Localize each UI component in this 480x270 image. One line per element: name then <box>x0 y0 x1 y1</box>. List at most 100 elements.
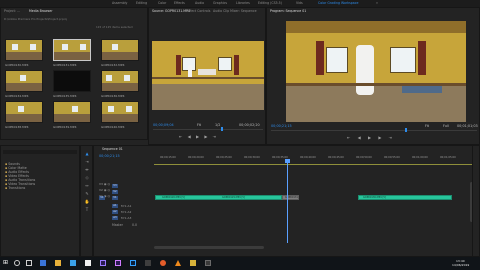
clip-label: GOPR0140.MP4 <box>101 125 125 129</box>
audio-track-headers: M S A1 M S A2 M S A3 <box>121 204 131 222</box>
program-timecode-in[interactable]: 00;00;21;15 <box>271 124 292 128</box>
task-view-icon[interactable] <box>26 260 32 266</box>
program-monitor-panel: Program: Sequence 01 00;00;21;15 Fit Ful… <box>266 7 480 145</box>
program-zoom-select[interactable]: Full <box>443 124 449 128</box>
clip-thumbnail[interactable] <box>5 39 43 61</box>
mail-icon[interactable] <box>85 260 91 266</box>
source-scrub-bar[interactable] <box>153 129 263 130</box>
premiere-pro-icon[interactable] <box>100 260 106 266</box>
workspace-libraries[interactable]: Libraries <box>236 1 250 5</box>
v3-target-toggle[interactable]: V3 <box>112 184 118 188</box>
folder-icon[interactable] <box>190 260 196 266</box>
type-tool-icon[interactable]: T <box>84 207 90 213</box>
clip-label: GOPR0130.MP4 <box>5 63 29 67</box>
timeline-clip[interactable]: GOPR0126.MP4 [V] GOPR0129.MP4 [V] <box>155 195 282 200</box>
workspace-audio[interactable]: Audio <box>195 1 204 5</box>
audio-meter-panel <box>472 145 480 257</box>
source-fit-select[interactable]: Fit <box>197 123 201 127</box>
workspace-graphics[interactable]: Graphics <box>213 1 227 5</box>
clip-thumbnail[interactable] <box>101 39 139 61</box>
tab-program[interactable]: Program: Sequence 01 <box>270 9 306 13</box>
source-transport-controls[interactable]: ⇤ ◀ ▶ ▶ ⇥ <box>179 134 239 140</box>
source-zoom-select[interactable]: 1/2 <box>215 123 220 127</box>
windows-start-icon[interactable]: ⊞ <box>3 260 9 266</box>
clip-label: GOPR0134.MP4 <box>5 94 29 98</box>
source-timecode-in[interactable]: 00;00;09;04 <box>153 123 174 127</box>
selection-tool-icon[interactable]: ▲ <box>84 151 90 157</box>
tab-effect-controls[interactable]: Effect Controls <box>187 9 210 13</box>
hand-tool-icon[interactable]: ✋ <box>84 199 90 205</box>
tab-audio-clip-mixer[interactable]: Audio Clip Mixer: Sequence <box>213 9 257 13</box>
workspace-vids[interactable]: Vids <box>296 1 303 5</box>
pen-tool-icon[interactable]: ✎ <box>84 191 90 197</box>
clip-thumbnail[interactable] <box>5 70 43 92</box>
edge-icon[interactable] <box>40 260 46 266</box>
workspace-color[interactable]: Color <box>158 1 166 5</box>
after-effects-icon[interactable] <box>115 260 121 266</box>
timeline-clip[interactable]: GOPR0136.MP4 [V] <box>358 195 452 200</box>
program-scrub-bar[interactable] <box>271 130 477 131</box>
clip-label: GOPR0131.MP4 <box>53 63 77 67</box>
tab-sequence[interactable]: Sequence 01 <box>102 147 123 151</box>
firefox-icon[interactable] <box>160 260 166 266</box>
razor-tool-icon[interactable]: ◇ <box>84 175 90 181</box>
clip-thumbnail[interactable] <box>5 101 43 123</box>
program-timecode-out: 00;01;01;03 <box>457 124 478 128</box>
workspace-effects[interactable]: Effects <box>174 1 185 5</box>
source-playhead[interactable] <box>221 127 223 131</box>
clip-label: GOPR0135.MP4 <box>53 94 77 98</box>
workspace-editing-cs55[interactable]: Editing (CS5.5) <box>258 1 282 5</box>
tab-source[interactable]: Source: GOPR0131.MP4 <box>152 9 190 13</box>
workspace-more-icon[interactable]: » <box>376 1 378 5</box>
vlc-icon[interactable] <box>175 260 181 266</box>
source-video-frame <box>152 41 264 110</box>
effects-bin-panel: ▪ Sounds ▪ Color Matte ▪ Audio Effects ▪… <box>0 145 80 257</box>
master-track-value[interactable]: 0.0 <box>132 223 137 227</box>
a2-target-toggle[interactable]: A2 <box>112 210 118 214</box>
source-timecode-out: 00;00;02;20 <box>239 123 260 127</box>
master-track-label: Master <box>112 223 123 227</box>
v1-source-patch[interactable]: V1 <box>99 196 105 200</box>
clip-thumbnail[interactable] <box>101 70 139 92</box>
program-fit-select[interactable]: Fit <box>425 124 429 128</box>
track-a3[interactable]: M S A3 <box>121 216 131 222</box>
a1-target-toggle[interactable]: A1 <box>112 204 118 208</box>
workspace-assembly[interactable]: Assembly <box>112 1 127 5</box>
program-video-frame <box>286 21 466 122</box>
banner-icon <box>198 69 216 75</box>
timeline-horizontal-scrollbar[interactable] <box>154 246 264 249</box>
app-icon[interactable] <box>145 260 151 266</box>
effects-search-input[interactable] <box>3 150 77 154</box>
a3-target-toggle[interactable]: A3 <box>112 216 118 220</box>
file-explorer-icon[interactable] <box>55 260 61 266</box>
timeline-playhead[interactable] <box>287 159 288 243</box>
taskbar: ⊞ 13:40 14/06/2019 <box>0 257 480 270</box>
tools-panel: ▲ ⇥ ⇹ ◇ ↔ ✎ ✋ T <box>80 145 93 257</box>
workspace-color-grading[interactable]: Color Grading Workspace <box>318 1 358 5</box>
playhead-handle-icon[interactable] <box>285 159 290 163</box>
workspace-editing[interactable]: Editing <box>136 1 147 5</box>
track-select-tool-icon[interactable]: ⇥ <box>84 159 90 165</box>
program-playhead[interactable] <box>405 128 407 132</box>
clip-thumbnail[interactable] <box>53 39 91 61</box>
v2-target-toggle[interactable]: V2 <box>112 190 118 194</box>
app-icon[interactable] <box>205 260 211 266</box>
clip-label: GOPR0136.MP4 <box>101 94 125 98</box>
clip-thumbnail[interactable] <box>53 70 91 92</box>
timeline-clip[interactable]: GOPR0131 <box>282 195 299 200</box>
v1-target-toggle[interactable]: V1 <box>112 196 118 200</box>
store-icon[interactable] <box>70 260 76 266</box>
timeline-ruler[interactable]: 00;00;15;00 00;00;20;00 00;00;25;00 00;0… <box>154 156 476 164</box>
ripple-edit-tool-icon[interactable]: ⇹ <box>84 167 90 173</box>
clip-thumbnail[interactable] <box>101 101 139 123</box>
slip-tool-icon[interactable]: ↔ <box>84 183 90 189</box>
search-icon[interactable] <box>14 260 20 266</box>
clock-date[interactable]: 14/06/2019 <box>452 263 469 267</box>
clip-thumbnail[interactable] <box>53 101 91 123</box>
timeline-timecode[interactable]: 00;00;21;15 <box>99 154 120 158</box>
tab-media-browser[interactable]: Media Browser <box>29 9 53 13</box>
photoshop-icon[interactable] <box>130 260 136 266</box>
program-transport-controls[interactable]: ⇤ ◀ ▶ ▶ ⇥ <box>347 135 417 141</box>
effects-folder-item[interactable]: ▪ Transitions <box>5 186 35 190</box>
tab-project[interactable]: Project: ... <box>4 9 20 13</box>
